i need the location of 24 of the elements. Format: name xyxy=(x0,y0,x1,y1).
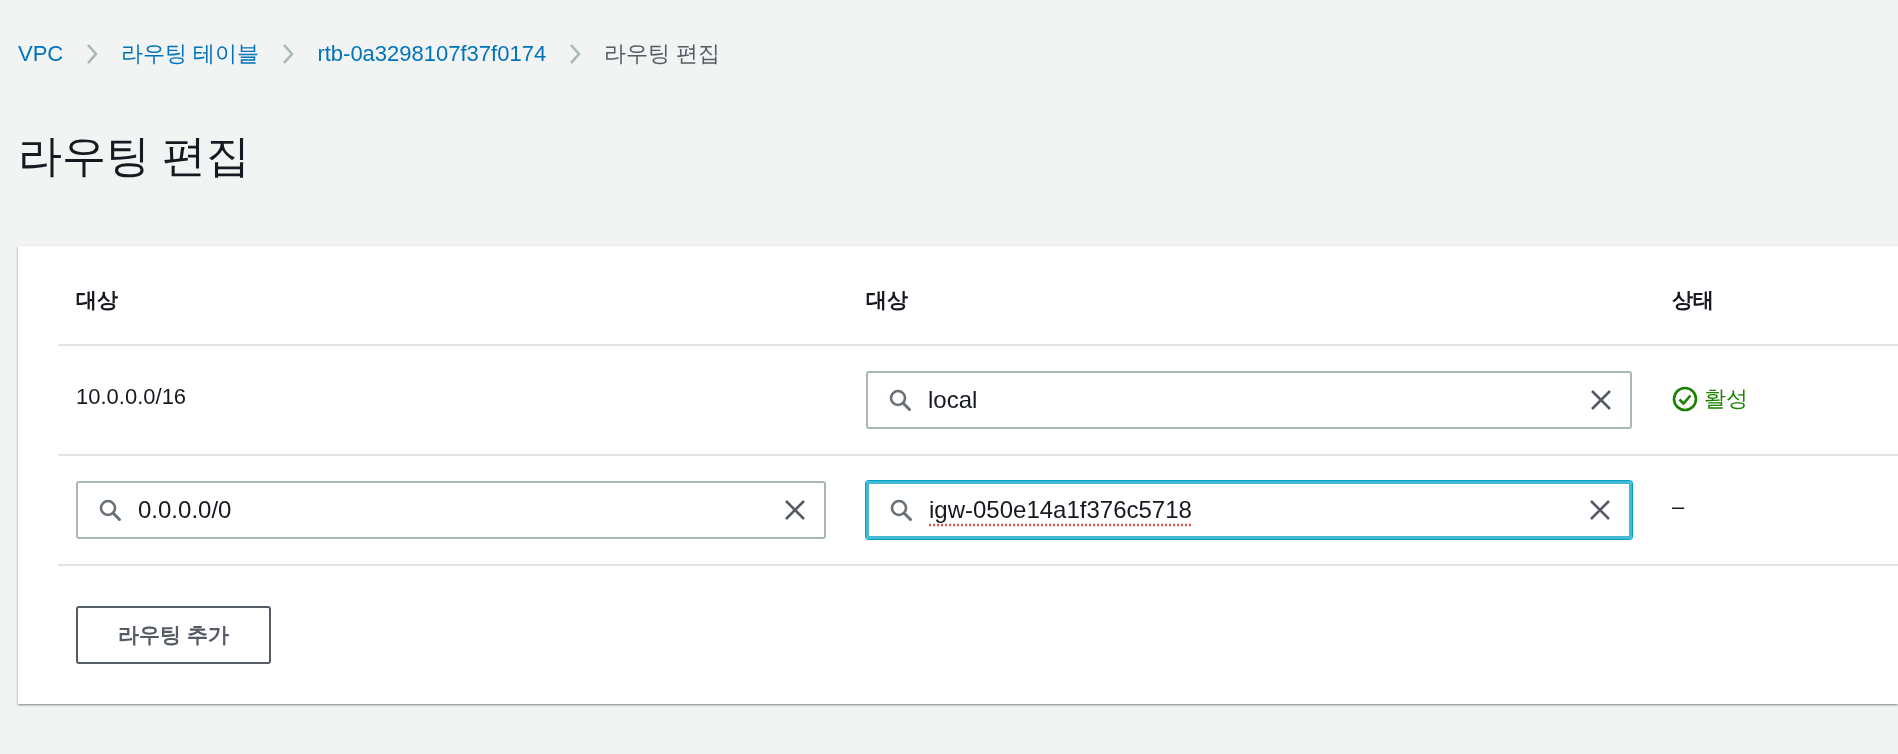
page-title: 라우팅 편집 xyxy=(18,130,252,182)
search-icon xyxy=(889,498,913,522)
search-field[interactable]: local xyxy=(866,371,1632,429)
chevron-right-icon xyxy=(281,42,296,66)
chevron-right-icon xyxy=(85,42,100,66)
search-field[interactable]: igw-050e14a1f376c5718 xyxy=(866,481,1632,539)
status-text: 활성 xyxy=(1704,385,1748,413)
search-icon xyxy=(888,388,912,412)
breadcrumb-link[interactable]: 라우팅 테이블 xyxy=(121,39,260,69)
breadcrumb-link[interactable]: rtb-0a3298107f37f0174 xyxy=(317,41,547,67)
search-icon xyxy=(98,498,122,522)
breadcrumb-link[interactable]: VPC xyxy=(18,41,64,67)
table-cell: 10.0.0.0/16 xyxy=(76,384,187,410)
add-route-button[interactable]: 라우팅 추가 xyxy=(76,606,271,664)
column-header: 대상 xyxy=(58,246,866,346)
close-icon[interactable] xyxy=(1590,389,1612,411)
close-icon[interactable] xyxy=(784,499,806,521)
breadcrumb-current: 라우팅 편집 xyxy=(604,40,721,68)
column-header: 대상 xyxy=(866,246,1672,346)
search-field[interactable]: 0.0.0.0/0 xyxy=(76,481,826,539)
chevron-right-icon xyxy=(568,42,583,66)
close-icon[interactable] xyxy=(1589,499,1611,521)
table-cell: – xyxy=(1672,494,1685,520)
column-header: 상태 xyxy=(1672,246,1898,346)
